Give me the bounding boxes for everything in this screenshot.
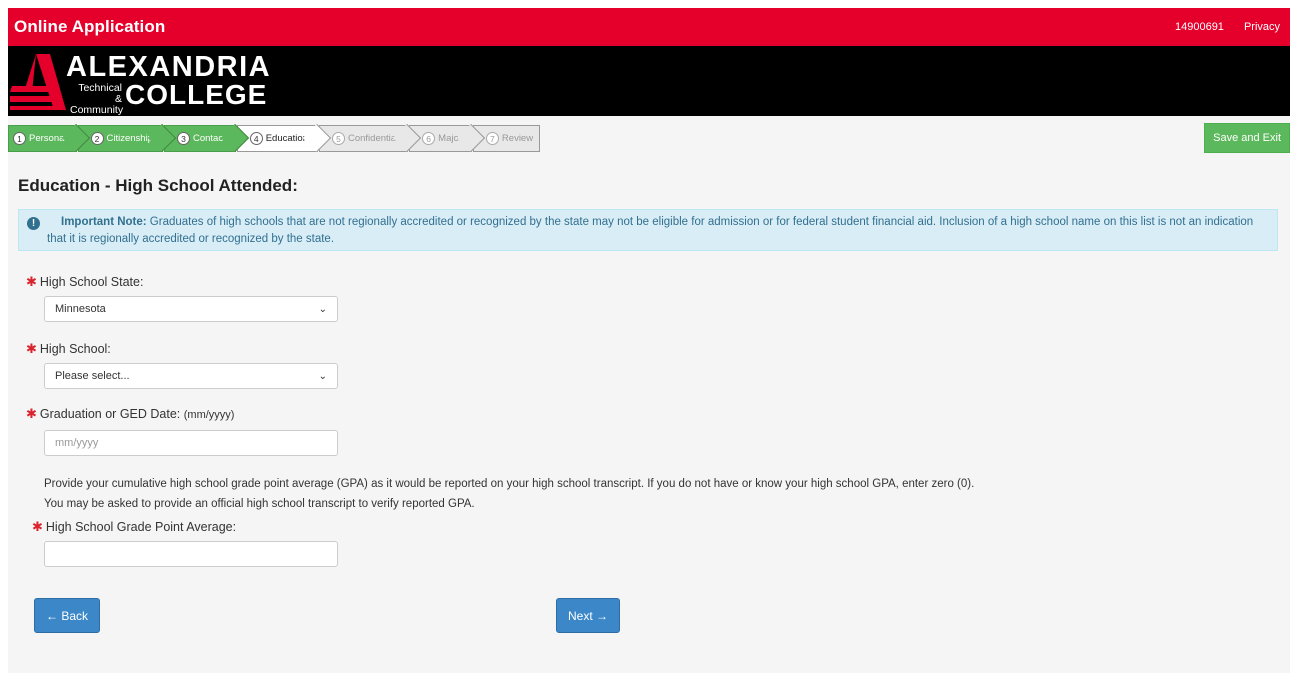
progress-steps: 1 Personal 2 Citizenship 3 Contact 4 Edu…	[8, 123, 541, 153]
back-button[interactable]: ← Back	[34, 598, 100, 633]
step-number: 3	[176, 132, 190, 145]
chevron-down-icon: ⌄	[318, 370, 327, 382]
step-number: 4	[249, 132, 263, 145]
logo-line-2: COLLEGE	[125, 79, 268, 110]
required-asterisk-icon: ✱	[32, 519, 43, 534]
logo-small-line-1: Technical &	[78, 82, 122, 105]
required-asterisk-icon: ✱	[26, 341, 37, 356]
application-id: 14900691	[1174, 21, 1224, 33]
graduation-date-label-text: Graduation or GED Date:	[39, 407, 181, 421]
step-number: 1	[13, 132, 26, 145]
page: Online Application 14900691 Privacy ALEX…	[0, 0, 1290, 673]
info-icon: !	[27, 217, 40, 230]
privacy-link[interactable]: Privacy	[1244, 21, 1280, 33]
step-label: Review	[501, 133, 534, 144]
step-personal[interactable]: 1 Personal	[8, 123, 90, 153]
logo-small-text: Technical & Community	[70, 82, 124, 116]
note-text: Graduates of high schools that are not r…	[47, 216, 1254, 245]
logo-line-1: ALEXANDRIA	[66, 51, 272, 83]
gpa-input[interactable]	[44, 541, 338, 567]
college-logo: ALEXANDRIA Technical & Community COLLEGE	[10, 51, 272, 116]
high-school-state-value: Minnesota	[55, 303, 106, 315]
step-citizenship[interactable]: 2 Citizenship	[77, 123, 177, 153]
step-number: 2	[90, 132, 104, 145]
step-label: Citizenship	[106, 133, 153, 144]
logo-small-line-2: Community	[70, 104, 124, 116]
gpa-label: ✱ High School Grade Point Average:	[32, 519, 236, 535]
step-number: 7	[485, 132, 499, 145]
college-banner: ALEXANDRIA Technical & Community COLLEGE	[8, 46, 1290, 116]
required-asterisk-icon: ✱	[26, 274, 37, 289]
required-asterisk-icon: ✱	[26, 406, 37, 421]
chevron-down-icon: ⌄	[318, 303, 327, 315]
page-title: Education - High School Attended:	[18, 176, 298, 195]
high-school-value: Please select...	[55, 370, 130, 382]
top-bar: Online Application 14900691 Privacy	[8, 8, 1290, 46]
step-number: 5	[331, 132, 345, 145]
graduation-date-hint: (mm/yyyy)	[183, 409, 235, 421]
high-school-state-select[interactable]: Minnesota ⌄	[44, 296, 338, 322]
high-school-state-label: ✱ High School State:	[26, 274, 143, 290]
save-and-exit-button[interactable]: Save and Exit	[1204, 123, 1290, 153]
step-number: 6	[422, 132, 436, 145]
step-confidential[interactable]: 5 Confidential	[318, 123, 422, 153]
app-title: Online Application	[14, 17, 166, 36]
graduation-date-input[interactable]	[44, 430, 338, 456]
app-frame: Online Application 14900691 Privacy ALEX…	[8, 8, 1290, 673]
high-school-label-text: High School:	[39, 342, 111, 356]
college-logo-mark-icon	[10, 54, 66, 110]
important-note-alert: ! Important Note: Graduates of high scho…	[18, 209, 1278, 251]
graduation-date-label: ✱ Graduation or GED Date: (mm/yyyy)	[26, 406, 234, 422]
gpa-instructions: Provide your cumulative high school grad…	[44, 478, 975, 510]
note-label: Important Note:	[61, 216, 147, 228]
step-label: Confidential	[347, 133, 399, 144]
gpa-label-text: High School Grade Point Average:	[45, 520, 237, 534]
high-school-label: ✱ High School:	[26, 341, 111, 357]
top-bar-right: 14900691 Privacy	[1175, 21, 1280, 33]
next-button[interactable]: Next →	[556, 598, 620, 633]
step-education[interactable]: 4 Education	[236, 123, 332, 153]
high-school-select[interactable]: Please select... ⌄	[44, 363, 338, 389]
step-label: Personal	[29, 133, 67, 144]
step-label: Education	[265, 133, 308, 144]
high-school-state-label-text: High School State:	[39, 275, 144, 289]
